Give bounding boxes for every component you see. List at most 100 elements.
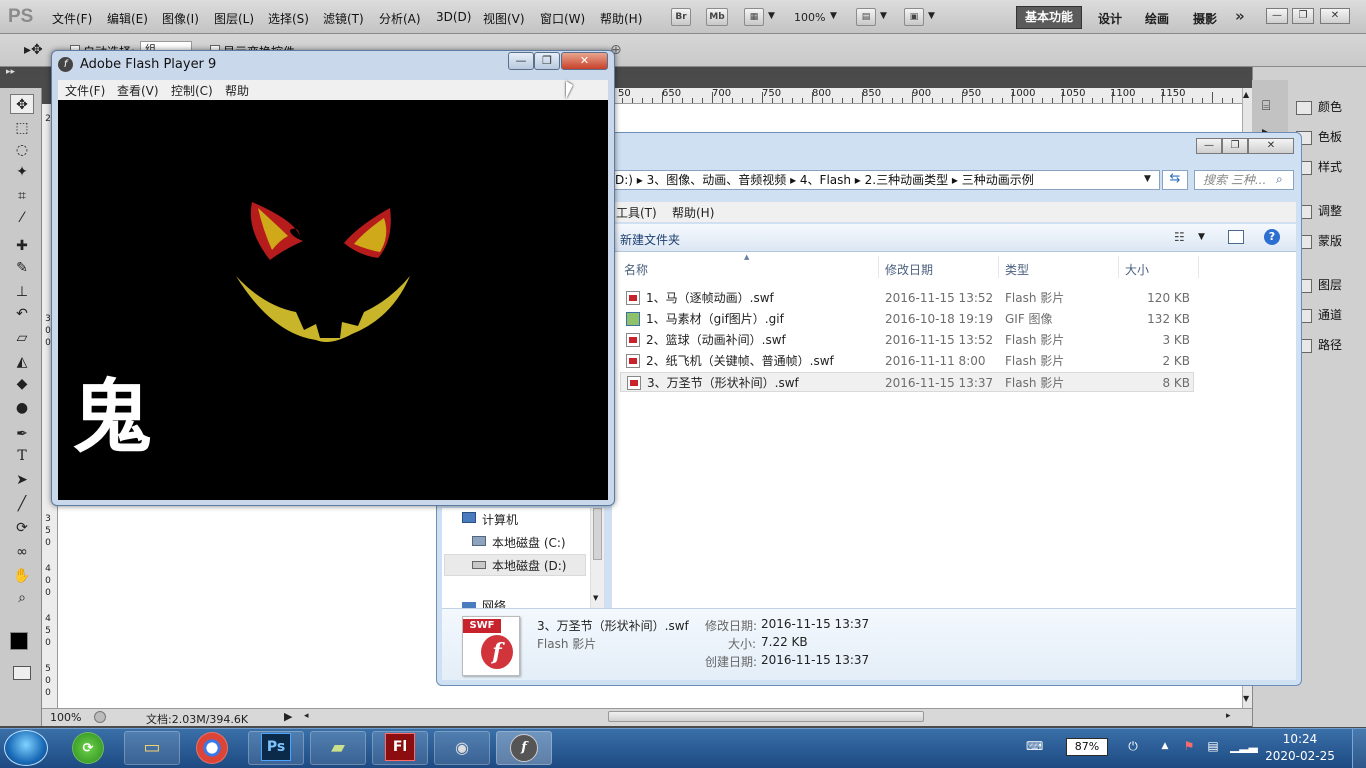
hand-tool-icon[interactable]: ✋ (10, 566, 34, 586)
magic-wand-tool-icon[interactable]: ✦ (10, 162, 34, 182)
foreground-color-swatch[interactable] (10, 632, 28, 650)
quick-mask-icon[interactable] (13, 666, 31, 680)
restore-button[interactable]: ❐ (1292, 8, 1314, 24)
panel-adjustments[interactable]: 调整 (1296, 202, 1342, 219)
expand-toolbar-icon[interactable]: ▸▸ (6, 67, 15, 77)
paint-bucket-tool-icon[interactable]: ◭ (10, 352, 34, 372)
file-explorer-icon[interactable]: ▭ (124, 731, 180, 765)
lasso-tool-icon[interactable]: ◌ (10, 140, 34, 160)
eyedropper-tool-icon[interactable]: ⁄ (10, 208, 34, 228)
ps-menu-view[interactable]: 视图(V) (483, 10, 525, 27)
dodge-tool-icon[interactable]: ● (10, 398, 34, 418)
ps-menu-image[interactable]: 图像(I) (162, 10, 199, 27)
more-workspaces-icon[interactable]: » (1235, 7, 1245, 25)
address-bar[interactable]: D:) ▸ 3、图像、动画、音频视频 ▸ 4、Flash ▸ 2.三种动画类型 … (612, 170, 1160, 190)
minimize-button[interactable]: — (1266, 8, 1288, 24)
ps-menu-analysis[interactable]: 分析(A) (379, 10, 421, 27)
flash-menu-file[interactable]: 文件(F) (65, 82, 105, 99)
column-header-size[interactable]: 大小 (1125, 261, 1149, 278)
explorer-maximize-button[interactable]: ❐ (1222, 138, 1248, 154)
flash-menu-view[interactable]: 查看(V) (117, 82, 159, 99)
flash-menu-control[interactable]: 控制(C) (171, 82, 213, 99)
workspace-basic-button[interactable]: 基本功能 (1016, 6, 1082, 29)
workspace-design-button[interactable]: 设计 (1098, 10, 1122, 27)
removable-device-icon[interactable]: ▤ (1206, 739, 1220, 753)
blur-tool-icon[interactable]: ◆ (10, 374, 34, 394)
close-button[interactable]: ✕ (1320, 8, 1350, 24)
scroll-down-icon[interactable]: ▼ (1243, 694, 1249, 703)
explorer-minimize-button[interactable]: — (1196, 138, 1222, 154)
scroll-up-icon[interactable]: ▲ (1243, 90, 1249, 99)
ps-menu-window[interactable]: 窗口(W) (540, 10, 585, 27)
column-divider[interactable] (1118, 256, 1119, 278)
history-brush-tool-icon[interactable]: ↶ (10, 304, 34, 324)
file-row[interactable]: 1、马（逐帧动画）.swf 2016-11-15 13:52 Flash 影片 … (620, 288, 1194, 308)
scroll-left-icon[interactable]: ◂ (304, 711, 309, 721)
flash-close-button[interactable]: ✕ (561, 52, 608, 70)
show-desktop-button[interactable] (1352, 729, 1366, 768)
line-tool-icon[interactable]: ╱ (10, 494, 34, 514)
flash-player-taskbar-button[interactable]: f (496, 731, 552, 765)
battery-indicator[interactable]: 87% (1066, 738, 1108, 756)
nav-drive-d[interactable]: 本地磁盘 (D:) (492, 557, 566, 574)
ps-menu-3d[interactable]: 3D(D) (436, 10, 471, 24)
column-header-date[interactable]: 修改日期 (885, 261, 933, 278)
eraser-tool-icon[interactable]: ▱ (10, 328, 34, 348)
explorer-close-button[interactable]: ✕ (1248, 138, 1294, 154)
ps-menu-filter[interactable]: 滤镜(T) (323, 10, 364, 27)
chrome-icon[interactable] (196, 732, 228, 764)
flash-pro-taskbar-button[interactable]: Fl (372, 731, 428, 765)
system-clock[interactable]: 10:24 2020-02-25 (1254, 731, 1346, 765)
ps-menu-layer[interactable]: 图层(L) (214, 10, 254, 27)
scroll-down-icon[interactable]: ▼ (593, 594, 598, 602)
workspace-photo-button[interactable]: 摄影 (1193, 10, 1217, 27)
column-divider[interactable] (1198, 256, 1199, 278)
column-divider[interactable] (998, 256, 999, 278)
healing-brush-tool-icon[interactable]: ✚ (10, 236, 34, 256)
network-signal-icon[interactable]: ▁▂▃ (1230, 739, 1258, 753)
help-icon[interactable]: ? (1264, 229, 1280, 245)
bridge-button[interactable]: Br (671, 8, 691, 26)
file-row[interactable]: 2、纸飞机（关键帧、普通帧）.swf 2016-11-11 8:00 Flash… (620, 351, 1194, 371)
scroll-right-icon[interactable]: ▸ (1226, 711, 1231, 721)
flash-minimize-button[interactable]: — (508, 52, 534, 70)
view-extras-button[interactable]: ▦ (744, 8, 764, 26)
screen-mode-button[interactable]: ▣ (904, 8, 924, 26)
ps-menu-help[interactable]: 帮助(H) (600, 10, 642, 27)
start-button[interactable] (4, 730, 48, 766)
ie-browser-icon[interactable]: ⟳ (72, 732, 104, 764)
column-header-type[interactable]: 类型 (1005, 261, 1029, 278)
3d-rotate-tool-icon[interactable]: ⟳ (10, 518, 34, 538)
clone-stamp-tool-icon[interactable]: ⊥ (10, 282, 34, 302)
flash-menu-help[interactable]: 帮助 (225, 82, 249, 99)
chevron-down-icon[interactable]: ▼ (928, 11, 935, 21)
status-zoom[interactable]: 100% (50, 711, 81, 724)
ps-menu-file[interactable]: 文件(F) (52, 10, 92, 27)
ps-menu-select[interactable]: 选择(S) (268, 10, 309, 27)
panel-channels[interactable]: 通道 (1296, 306, 1342, 323)
photoshop-taskbar-button[interactable]: Ps (248, 731, 304, 765)
chevron-down-icon[interactable]: ▼ (880, 11, 887, 21)
brush-tool-icon[interactable]: ✎ (10, 258, 34, 278)
canvas-horizontal-scrollbar-thumb[interactable] (608, 711, 924, 722)
action-center-icon[interactable]: ⚑ (1182, 739, 1196, 753)
chevron-down-icon[interactable]: ▼ (1198, 232, 1205, 242)
column-divider[interactable] (878, 256, 879, 278)
chevron-down-icon[interactable]: ▼ (830, 11, 837, 21)
workspace-paint-button[interactable]: 绘画 (1145, 10, 1169, 27)
mini-bridge-button[interactable]: Mb (706, 8, 728, 26)
panel-color[interactable]: 颜色 (1296, 98, 1342, 115)
zoom-tool-icon[interactable]: ⌕ (10, 588, 34, 608)
nav-network[interactable]: 网络 (482, 600, 506, 608)
chevron-down-icon[interactable]: ▼ (768, 11, 775, 21)
preview-pane-icon[interactable] (1228, 230, 1244, 244)
refresh-icon[interactable]: ⇆ (1162, 170, 1188, 190)
panel-styles[interactable]: 样式 (1296, 158, 1342, 175)
panel-masks[interactable]: 蒙版 (1296, 232, 1342, 249)
crop-tool-icon[interactable]: ⌗ (10, 186, 34, 206)
type-tool-icon[interactable]: T (10, 446, 34, 466)
nav-scrollbar-thumb[interactable] (593, 508, 602, 560)
file-row[interactable]: 2、篮球（动画补间）.swf 2016-11-15 13:52 Flash 影片… (620, 330, 1194, 350)
search-icon[interactable]: ⌕ (1276, 172, 1283, 187)
chevron-down-icon[interactable]: ▼ (1144, 174, 1151, 184)
